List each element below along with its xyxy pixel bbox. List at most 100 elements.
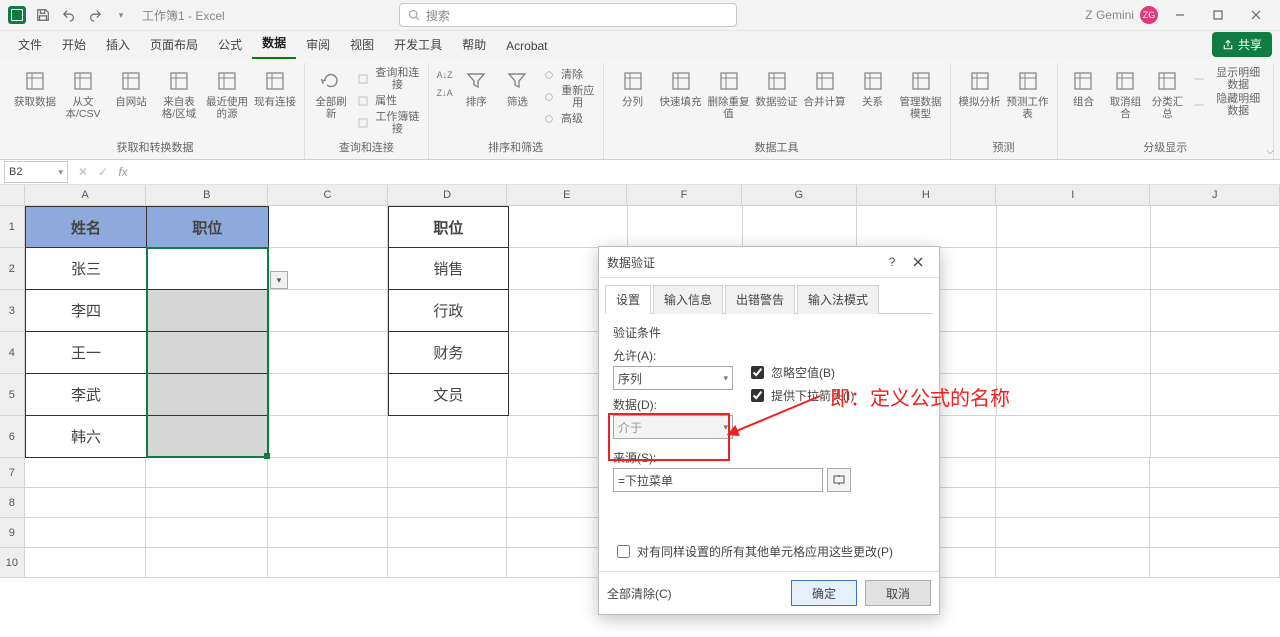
cell[interactable] bbox=[269, 416, 389, 458]
cell[interactable] bbox=[147, 374, 268, 416]
cell[interactable] bbox=[388, 518, 508, 548]
row-header[interactable]: 8 bbox=[0, 488, 25, 518]
ribbon-button[interactable]: 最近使用的源 bbox=[206, 67, 248, 120]
row-header[interactable]: 7 bbox=[0, 458, 25, 488]
menu-tab-9[interactable]: 帮助 bbox=[452, 30, 496, 59]
row-header[interactable]: 4 bbox=[0, 332, 25, 374]
ribbon-button[interactable]: 合并计算 bbox=[804, 67, 846, 109]
column-header[interactable]: F bbox=[627, 185, 742, 205]
cell[interactable] bbox=[997, 290, 1151, 332]
cell[interactable] bbox=[269, 206, 389, 248]
cell[interactable] bbox=[146, 488, 268, 518]
row-header[interactable]: 6 bbox=[0, 416, 25, 458]
name-box[interactable]: B2 ▾ bbox=[4, 161, 68, 183]
cell[interactable] bbox=[146, 548, 268, 578]
ribbon-button[interactable]: 删除重复值 bbox=[708, 67, 750, 120]
cell[interactable] bbox=[146, 518, 268, 548]
cell[interactable] bbox=[1151, 332, 1280, 374]
formula-cancel-icon[interactable]: ✕ bbox=[74, 165, 92, 179]
ribbon-button[interactable]: 排序 bbox=[459, 67, 494, 109]
dialog-tab[interactable]: 设置 bbox=[605, 285, 651, 314]
cell[interactable] bbox=[147, 416, 269, 458]
column-header[interactable]: H bbox=[857, 185, 996, 205]
cell[interactable] bbox=[388, 416, 508, 458]
cell[interactable]: 销售 bbox=[388, 248, 509, 290]
cell[interactable] bbox=[509, 206, 629, 248]
cell[interactable] bbox=[1150, 548, 1280, 578]
column-header[interactable]: A bbox=[25, 185, 147, 205]
ribbon-button[interactable]: 清除 bbox=[541, 67, 595, 83]
cell[interactable] bbox=[268, 518, 388, 548]
fx-icon[interactable]: fx bbox=[114, 165, 132, 179]
ribbon-button[interactable]: 模拟分析 bbox=[959, 67, 1001, 109]
cell[interactable] bbox=[25, 518, 147, 548]
column-header[interactable]: J bbox=[1150, 185, 1280, 205]
cancel-button[interactable]: 取消 bbox=[865, 580, 931, 606]
column-header[interactable]: D bbox=[388, 185, 508, 205]
ribbon-button[interactable]: 取消组合 bbox=[1107, 67, 1143, 120]
cell-dropdown-arrow[interactable]: ▾ bbox=[270, 271, 288, 289]
dialog-help-button[interactable]: ? bbox=[879, 251, 905, 273]
minimize-button[interactable] bbox=[1164, 3, 1196, 27]
ribbon-button[interactable]: 显示明细数据 bbox=[1191, 67, 1265, 91]
ribbon-button[interactable]: 筛选 bbox=[500, 67, 535, 109]
cell[interactable] bbox=[147, 332, 268, 374]
ribbon-button[interactable]: 自网站 bbox=[110, 67, 152, 109]
menu-tab-0[interactable]: 文件 bbox=[8, 30, 52, 59]
ignore-blank-checkbox[interactable] bbox=[751, 366, 764, 379]
ribbon-button[interactable]: 全部刷新 bbox=[313, 67, 349, 120]
row-header[interactable]: 1 bbox=[0, 206, 25, 248]
cell[interactable] bbox=[857, 206, 996, 248]
cell[interactable] bbox=[1151, 248, 1280, 290]
menu-tab-5[interactable]: 数据 bbox=[252, 28, 296, 59]
ribbon-button[interactable]: 现有连接 bbox=[254, 67, 296, 109]
menu-tab-3[interactable]: 页面布局 bbox=[140, 30, 208, 59]
formula-commit-icon[interactable]: ✓ bbox=[94, 165, 112, 179]
cell[interactable] bbox=[268, 548, 388, 578]
sort-button[interactable]: A↓Z bbox=[437, 67, 453, 83]
allow-dropdown[interactable]: 序列 ▾ bbox=[613, 366, 733, 390]
ribbon-button[interactable]: 管理数据模型 bbox=[900, 67, 942, 120]
menu-tab-4[interactable]: 公式 bbox=[208, 30, 252, 59]
ribbon-button[interactable]: 从文本/CSV bbox=[62, 67, 104, 120]
cell[interactable] bbox=[388, 548, 508, 578]
cell[interactable]: 文员 bbox=[388, 374, 509, 416]
cell[interactable]: 职位 bbox=[388, 206, 509, 248]
cell[interactable] bbox=[147, 248, 268, 290]
select-all-corner[interactable] bbox=[0, 185, 25, 205]
cell[interactable] bbox=[996, 416, 1150, 458]
column-header[interactable]: C bbox=[268, 185, 388, 205]
cell[interactable] bbox=[743, 206, 858, 248]
cell[interactable]: 职位 bbox=[147, 206, 268, 248]
apply-same-checkbox[interactable] bbox=[617, 545, 630, 558]
redo-icon[interactable] bbox=[84, 4, 106, 26]
ok-button[interactable]: 确定 bbox=[791, 580, 857, 606]
ribbon-button[interactable]: 快速填充 bbox=[660, 67, 702, 109]
ribbon-button[interactable]: 工作簿链接 bbox=[355, 111, 420, 135]
row-header[interactable]: 2 bbox=[0, 248, 25, 290]
cell[interactable] bbox=[628, 206, 743, 248]
ribbon-button[interactable]: 高级 bbox=[541, 111, 595, 127]
share-button[interactable]: 共享 bbox=[1212, 32, 1272, 57]
clear-all-button[interactable]: 全部清除(C) bbox=[607, 585, 672, 602]
dialog-tab[interactable]: 输入信息 bbox=[653, 285, 723, 314]
cell[interactable] bbox=[388, 488, 508, 518]
row-header[interactable]: 10 bbox=[0, 548, 25, 578]
ribbon-button[interactable]: 分列 bbox=[612, 67, 654, 109]
ribbon-button[interactable]: 获取数据 bbox=[14, 67, 56, 109]
cell[interactable]: 姓名 bbox=[25, 206, 147, 248]
cell[interactable] bbox=[1151, 290, 1280, 332]
cell[interactable]: 李武 bbox=[25, 374, 147, 416]
dropdown-arrow-checkbox[interactable] bbox=[751, 389, 764, 402]
cell[interactable]: 韩六 bbox=[25, 416, 148, 458]
cell[interactable] bbox=[269, 290, 389, 332]
ribbon-button[interactable]: 组合 bbox=[1066, 67, 1102, 109]
cell[interactable] bbox=[996, 458, 1150, 488]
dialog-close-button[interactable] bbox=[905, 251, 931, 273]
ribbon-button[interactable]: 数据验证 bbox=[756, 67, 798, 109]
user-name[interactable]: Z Gemini bbox=[1085, 8, 1134, 22]
ribbon-button[interactable]: 来自表格/区域 bbox=[158, 67, 200, 120]
cell[interactable] bbox=[25, 548, 147, 578]
cell[interactable]: 行政 bbox=[388, 290, 509, 332]
ribbon-button[interactable]: 属性 bbox=[355, 93, 420, 109]
